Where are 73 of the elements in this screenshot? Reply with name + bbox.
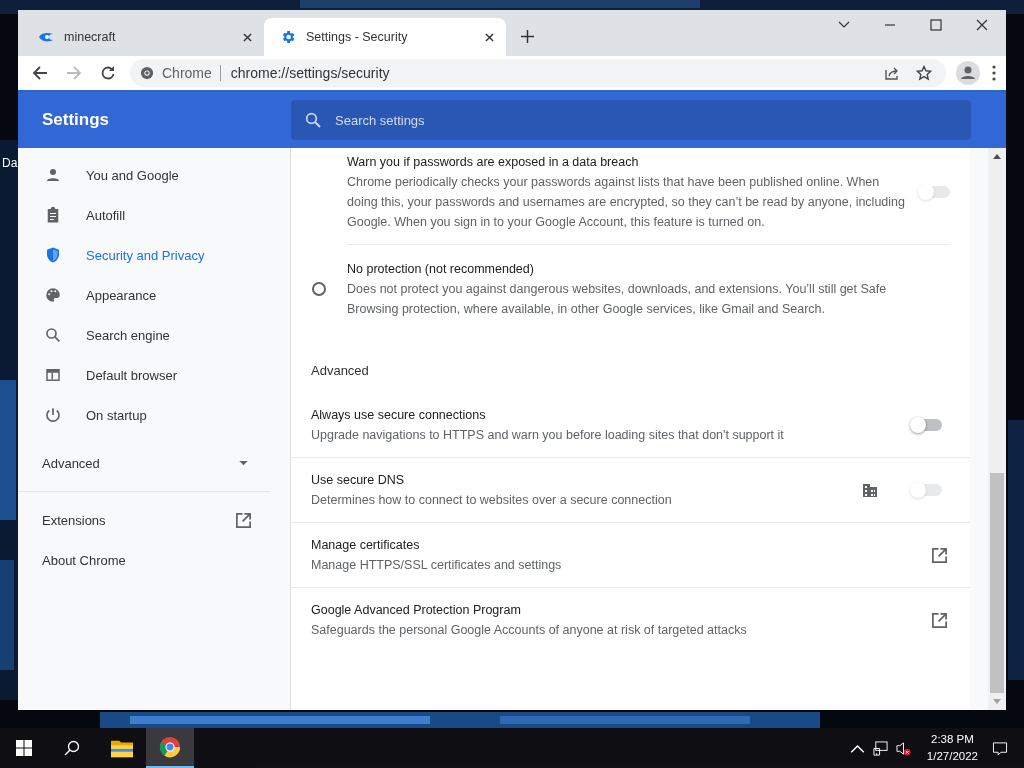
back-icon[interactable] <box>32 65 48 81</box>
section-heading: Advanced <box>310 362 370 380</box>
bookmark-star-icon[interactable] <box>916 65 932 81</box>
sidebar-item[interactable]: Search engine <box>18 315 290 355</box>
tab-title: Settings - Security <box>306 30 409 44</box>
setting-title: Use secure DNS <box>311 472 406 489</box>
external-link-icon[interactable] <box>931 546 948 564</box>
setting-description: Safeguards the personal Google Accounts of anyone at risk of targeted attacks <box>311 622 748 639</box>
taskbar-app[interactable] <box>146 728 194 768</box>
toggle-switch[interactable] <box>912 418 942 431</box>
shield-icon <box>44 246 62 264</box>
radio-button[interactable] <box>312 282 326 296</box>
advanced-toggle[interactable]: Advanced <box>18 435 290 483</box>
speaker-muted-icon[interactable] <box>895 740 911 756</box>
chrome-logo-icon <box>159 736 181 758</box>
reload-icon[interactable] <box>100 65 116 81</box>
setting-description: Upgrade navigations to HTTPS and warn you before loading sites that don't support it <box>311 426 785 444</box>
close-icon[interactable] <box>243 32 252 42</box>
menu-icon[interactable] <box>992 65 996 81</box>
clock-date[interactable]: 1/27/2022 <box>926 748 978 765</box>
maximize-icon[interactable] <box>930 19 942 31</box>
external-link-icon[interactable] <box>931 611 948 629</box>
address-bar[interactable]: Chrome chrome://settings/security <box>130 59 946 87</box>
setting-title: Always use secure connections <box>311 406 487 424</box>
option-description: Chrome periodically checks your passwords against lists that have been published online. When doing this, your passwords and usernames are encrypted, so they can’t be read by anyone, including Google. When you sign in to your Google Account, this feature is turned on. <box>347 174 906 231</box>
scrollbar[interactable] <box>988 148 1006 710</box>
sidebar-item[interactable]: Autofill <box>18 195 290 235</box>
clock-time[interactable]: 2:38 PM <box>931 731 974 748</box>
setting-row[interactable]: Always use secure connections Upgrade navigations to HTTPS and warn you before loading sites that don't support it <box>291 392 970 457</box>
sidebar-link[interactable]: Extensions <box>18 500 290 540</box>
search-icon[interactable] <box>64 740 80 756</box>
setting-description: Manage HTTPS/SSL certificates and settings <box>311 557 563 574</box>
caret-icon <box>239 460 248 466</box>
sidebar-item[interactable]: You and Google <box>18 155 290 195</box>
external-link-icon <box>235 511 252 529</box>
network-icon[interactable] <box>872 740 888 756</box>
palette-icon <box>44 286 62 304</box>
browser-tab[interactable]: Settings - Security <box>264 18 506 56</box>
notification-icon[interactable] <box>992 740 1008 756</box>
search-icon <box>44 326 62 344</box>
url-text: chrome://settings/security <box>230 65 390 81</box>
share-icon[interactable] <box>884 65 900 81</box>
browser-tab[interactable]: minecraft <box>22 18 264 56</box>
sidebar-item[interactable]: Default browser <box>18 355 290 395</box>
scroll-up-icon[interactable] <box>993 154 1001 159</box>
sidebar-item[interactable]: On startup <box>18 395 290 435</box>
setting-description: Determines how to connect to websites over a secure connection <box>311 492 673 509</box>
power-icon <box>44 406 62 424</box>
sidebar-item[interactable]: Security and Privacy <box>18 235 290 275</box>
setting-row[interactable]: Manage certificates Manage HTTPS/SSL certificates and settings <box>291 522 970 587</box>
option-title: Warn you if passwords are exposed in a data breach <box>347 154 640 171</box>
settings-title: Settings <box>41 110 111 130</box>
close-icon[interactable] <box>485 32 494 42</box>
search-field[interactable]: Search settings <box>291 100 971 140</box>
close-icon[interactable] <box>976 19 988 31</box>
chrome-logo-icon <box>140 66 154 80</box>
sidebar-link[interactable]: About Chrome <box>18 540 290 580</box>
setting-title: Google Advanced Protection Program <box>311 602 522 619</box>
option-description: Does not protect you against dangerous websites, downloads, and extensions. You’ll still get Safe Browsing protection, where available, in other Google services, like Gmail and Search. <box>347 281 888 318</box>
settings-icon <box>280 29 296 45</box>
option-title: No protection (not recommended) <box>347 261 535 278</box>
search-icon <box>305 112 321 128</box>
sidebar-item[interactable]: Appearance <box>18 275 290 315</box>
setting-row[interactable]: Google Advanced Protection Program Safeguards the personal Google Accounts of anyone at risk of targeted attacks <box>291 587 970 652</box>
profile-avatar-icon[interactable] <box>956 61 980 85</box>
browser-window-icon <box>44 366 62 384</box>
tab-title: minecraft <box>64 30 117 44</box>
new-tab-icon[interactable] <box>521 30 534 43</box>
setting-title: Manage certificates <box>311 537 421 554</box>
windows-start-icon[interactable] <box>16 740 32 756</box>
person-icon <box>44 166 62 184</box>
desktop-icon-label[interactable]: Da <box>2 156 18 170</box>
site-label: Chrome <box>162 65 212 81</box>
